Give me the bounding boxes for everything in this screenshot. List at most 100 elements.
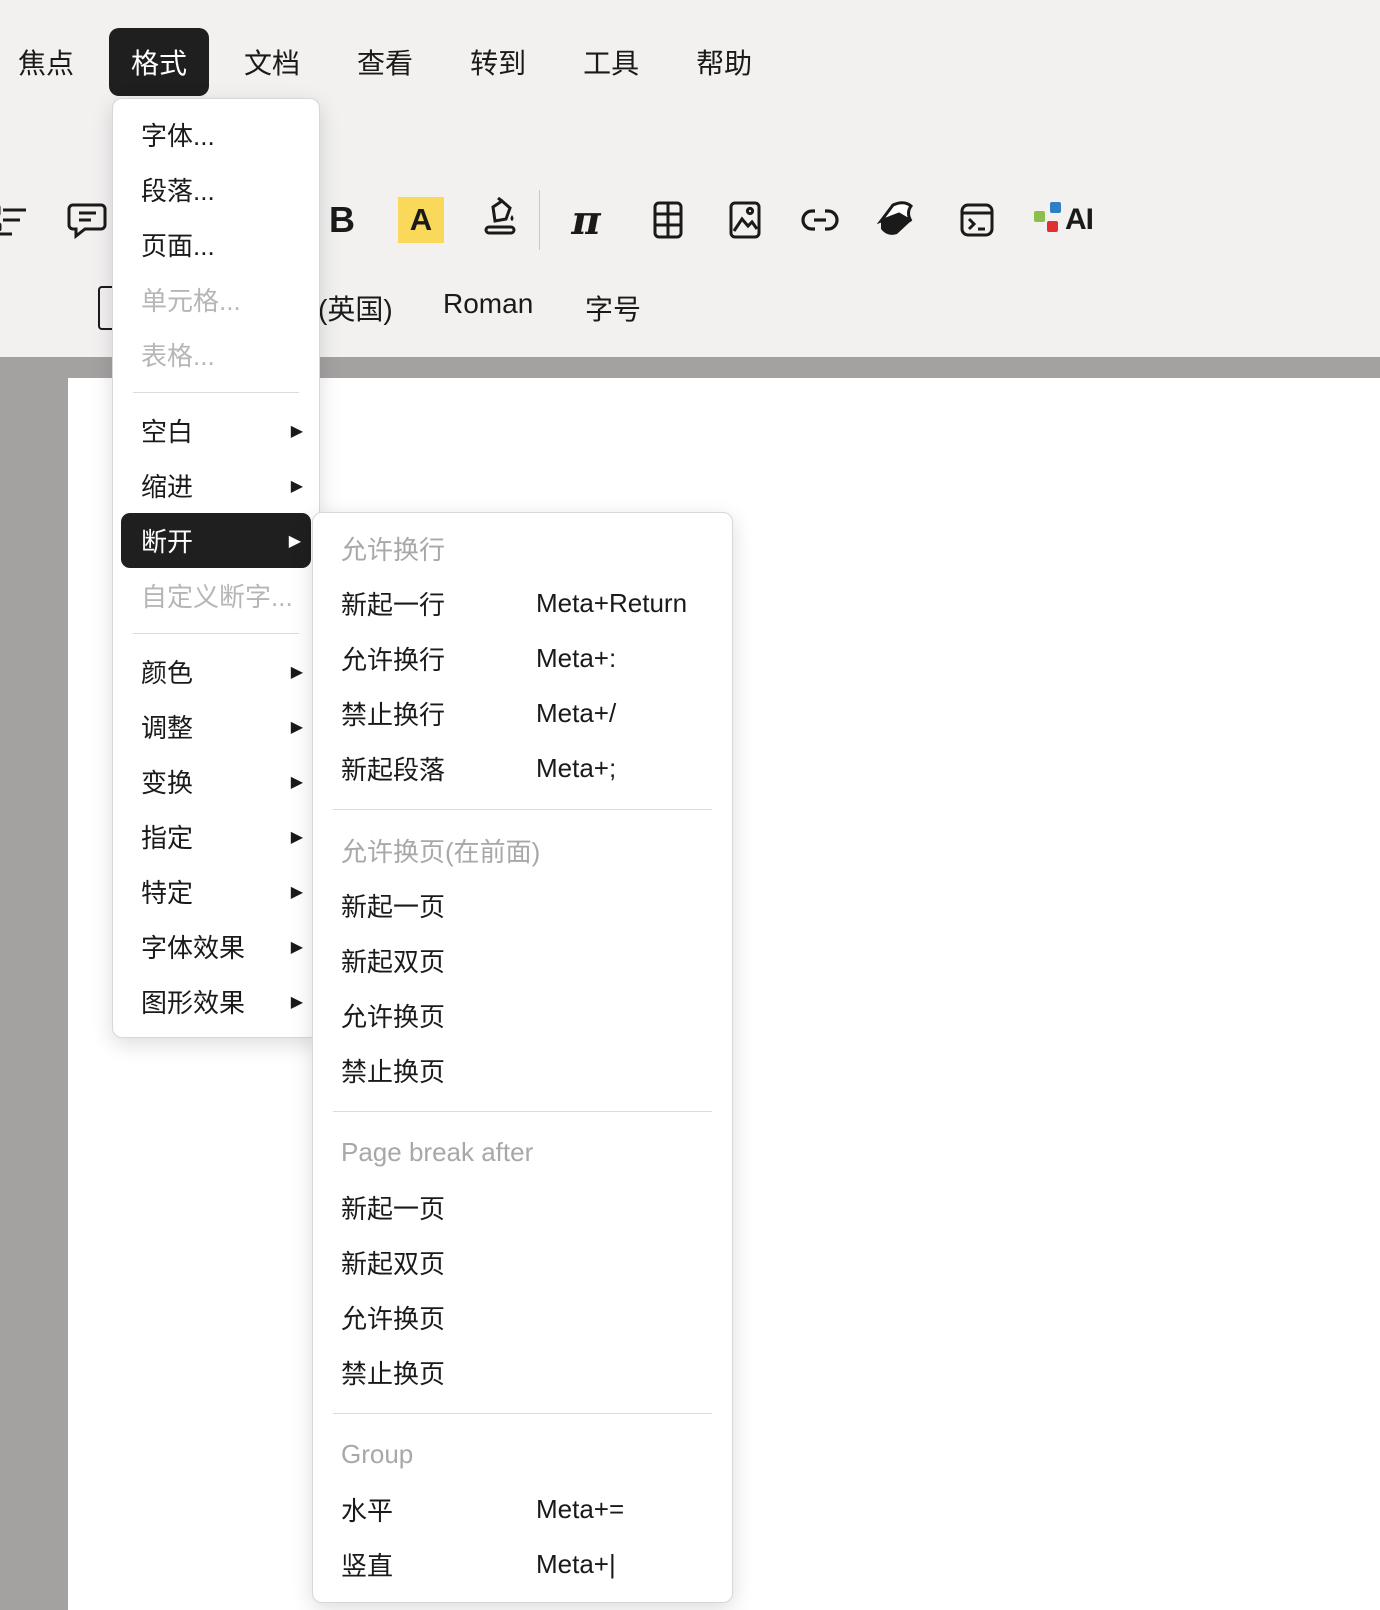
link-icon[interactable] [796, 196, 844, 244]
submenu-arrow-icon: ▶ [291, 827, 303, 847]
break-submenu-item-2-3[interactable]: 禁止换页 [313, 1345, 732, 1400]
break-submenu-item-1-2[interactable]: 允许换页 [313, 988, 732, 1043]
menu-divider [133, 392, 299, 393]
submenu-section-header: 允许换行 [313, 521, 732, 576]
font-name-selector[interactable]: Roman [443, 288, 533, 320]
format-menu-item-13[interactable]: 变换▶ [113, 754, 319, 809]
break-submenu-item-2-0[interactable]: 新起一页 [313, 1180, 732, 1235]
menu-focus[interactable]: 焦点 [18, 42, 74, 82]
menu-item-label: 缩进 [141, 467, 193, 504]
menu-item-label: 空白 [141, 412, 193, 449]
menu-item-label: 图形效果 [141, 983, 245, 1020]
menu-item-label: 允许换页 [341, 1299, 445, 1336]
menu-item-shortcut: Meta+= [536, 1494, 624, 1525]
break-submenu-item-0-2[interactable]: 禁止换行 Meta+/ [313, 686, 732, 741]
format-menu-item-15[interactable]: 特定▶ [113, 864, 319, 919]
break-submenu-item-1-0[interactable]: 新起一页 [313, 878, 732, 933]
highlight-color-icon[interactable]: A [397, 196, 445, 244]
submenu-section-header: 允许换页(在前面) [313, 823, 732, 878]
break-submenu-item-3-0[interactable]: 水平 Meta+= [313, 1482, 732, 1537]
break-submenu-item-1-3[interactable]: 禁止换页 [313, 1043, 732, 1098]
page-fold-icon[interactable] [874, 196, 922, 244]
image-icon[interactable] [721, 196, 769, 244]
menu-item-label: 新起一页 [341, 1189, 445, 1226]
menu-item-label: 页面... [141, 226, 215, 263]
break-submenu-item-1-1[interactable]: 新起双页 [313, 933, 732, 988]
menu-divider [333, 1413, 712, 1414]
break-submenu-item-0-0[interactable]: 新起一行 Meta+Return [313, 576, 732, 631]
format-menu-item-1[interactable]: 段落... [113, 162, 319, 217]
comment-icon[interactable] [63, 196, 111, 244]
submenu-section-header: Page break after [313, 1125, 732, 1180]
menu-item-label: 变换 [141, 763, 193, 800]
format-menu-item-2[interactable]: 页面... [113, 217, 319, 272]
menu-item-label: 禁止换行 [341, 695, 445, 732]
submenu-arrow-icon: ▶ [291, 937, 303, 957]
menu-item-shortcut: Meta+/ [536, 698, 616, 729]
break-submenu-item-3-1[interactable]: 竖直Meta+| [313, 1537, 732, 1592]
menu-item-label: 颜色 [141, 653, 193, 690]
format-menu-item-7[interactable]: 缩进 ▶ [113, 458, 319, 513]
menu-item-label: 字体效果 [141, 928, 245, 965]
font-size-selector[interactable]: 字号 [585, 288, 641, 328]
menu-divider [133, 633, 299, 634]
format-menu-item-11[interactable]: 颜色▶ [113, 644, 319, 699]
language-selector[interactable]: (英国) [318, 288, 393, 328]
submenu-arrow-icon: ▶ [291, 992, 303, 1012]
menu-item-label: 竖直 [341, 1546, 393, 1583]
bold-icon[interactable]: B [318, 196, 366, 244]
menu-goto[interactable]: 转到 [470, 42, 526, 82]
menu-item-label: 新起双页 [341, 1244, 445, 1281]
break-submenu: 允许换行新起一行 Meta+Return 允许换行Meta+: 禁止换行 Meta+/ 新… [312, 512, 733, 1603]
format-menu-item-9: 自定义断字... [113, 568, 319, 623]
menu-format[interactable]: 格式 [109, 28, 209, 96]
menu-document[interactable]: 文档 [244, 42, 300, 82]
menu-item-label: 特定 [141, 873, 193, 910]
menu-item-label: 字体... [141, 116, 215, 153]
break-submenu-item-0-1[interactable]: 允许换行Meta+: [313, 631, 732, 686]
menu-item-label: 指定 [141, 818, 193, 855]
menu-item-label: 水平 [341, 1491, 393, 1528]
menu-item-label: 调整 [141, 708, 193, 745]
break-submenu-item-2-1[interactable]: 新起双页 [313, 1235, 732, 1290]
format-menu-item-17[interactable]: 图形效果 ▶ [113, 974, 319, 1029]
menu-view[interactable]: 查看 [357, 42, 413, 82]
menu-item-label: 段落... [141, 171, 215, 208]
format-menu-item-14[interactable]: 指定 ▶ [113, 809, 319, 864]
format-menu-item-8[interactable]: 断开▶ [121, 513, 311, 568]
menu-item-shortcut: Meta+; [536, 753, 616, 784]
menu-tools[interactable]: 工具 [583, 42, 639, 82]
menu-item-label: 新起一页 [341, 887, 445, 924]
format-menu-item-0[interactable]: 字体... [113, 107, 319, 162]
break-submenu-item-0-3[interactable]: 新起段落 Meta+; [313, 741, 732, 796]
break-submenu-item-2-2[interactable]: 允许换页 [313, 1290, 732, 1345]
format-menu-item-12[interactable]: 调整 ▶ [113, 699, 319, 754]
fill-color-icon[interactable] [476, 196, 524, 244]
menu-item-label: 禁止换页 [341, 1354, 445, 1391]
toolbar-separator [539, 190, 540, 250]
menu-item-label: 单元格... [141, 281, 241, 318]
menu-bar: 焦点 格式 文档 查看 转到 工具 帮助 [18, 30, 752, 94]
menu-item-label: 允许换页 [341, 997, 445, 1034]
menu-divider [333, 1111, 712, 1112]
submenu-arrow-icon: ▶ [291, 717, 303, 737]
menu-divider [333, 809, 712, 810]
format-menu-item-4: 表格... [113, 327, 319, 382]
menu-item-label: 禁止换页 [341, 1052, 445, 1089]
menu-item-label: 新起段落 [341, 750, 445, 787]
formula-icon[interactable]: π [562, 196, 610, 244]
format-menu-item-16[interactable]: 字体效果 ▶ [113, 919, 319, 974]
submenu-arrow-icon: ▶ [289, 531, 301, 551]
menu-help[interactable]: 帮助 [696, 42, 752, 82]
terminal-icon[interactable] [953, 196, 1001, 244]
menu-item-label: 表格... [141, 336, 215, 373]
ai-icon[interactable]: AI [1032, 196, 1096, 244]
format-menu-item-3: 单元格... [113, 272, 319, 327]
outline-list-icon[interactable] [0, 196, 32, 244]
menu-item-shortcut: Meta+: [536, 643, 616, 674]
submenu-arrow-icon: ▶ [291, 476, 303, 496]
menu-item-label: 新起一行 [341, 585, 445, 622]
format-menu-item-6[interactable]: 空白▶ [113, 403, 319, 458]
menu-item-shortcut: Meta+Return [536, 588, 687, 619]
table-icon[interactable] [644, 196, 692, 244]
